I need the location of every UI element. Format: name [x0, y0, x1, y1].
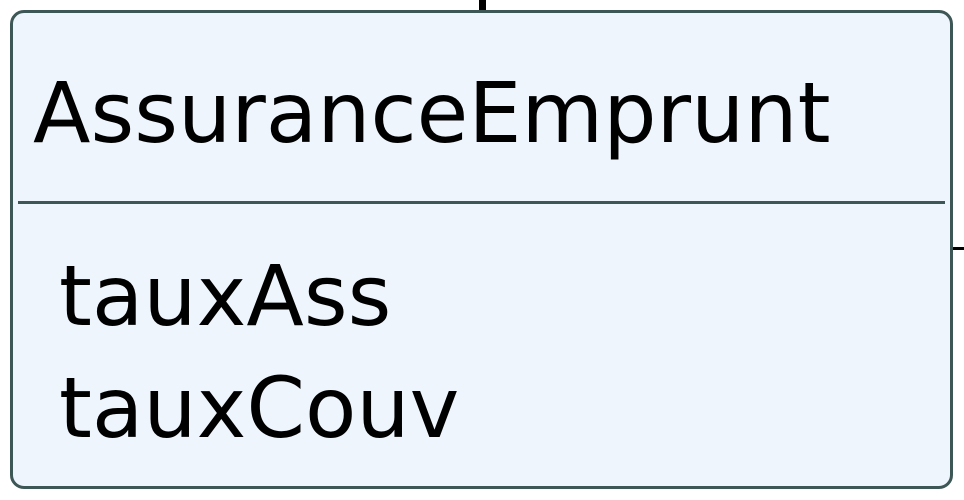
- uml-class-box[interactable]: AssuranceEmprunt tauxAss tauxCouv: [10, 10, 953, 489]
- class-name: AssuranceEmprunt: [33, 64, 831, 162]
- attribute-item: tauxAss: [59, 247, 392, 345]
- attribute-item: tauxCouv: [59, 359, 460, 457]
- association-line-right: [953, 247, 964, 250]
- association-line-top: [479, 0, 486, 10]
- class-divider: [18, 201, 945, 204]
